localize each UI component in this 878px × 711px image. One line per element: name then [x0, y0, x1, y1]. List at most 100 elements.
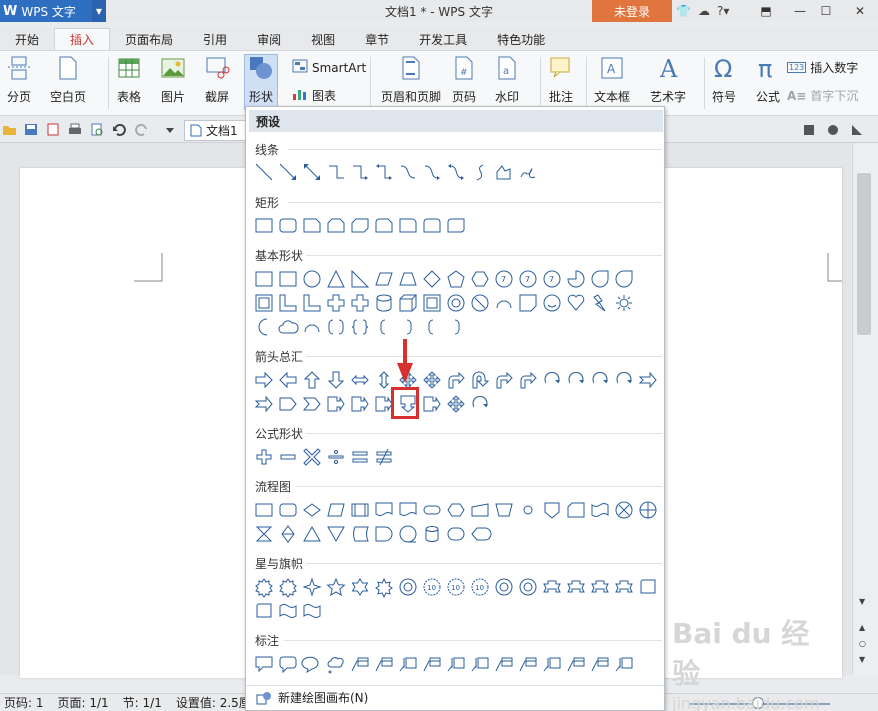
- shape-cOval-2[interactable]: [300, 652, 324, 676]
- tab-features[interactable]: 特色功能: [482, 28, 560, 50]
- shape-sealn-8[interactable]: 10: [444, 575, 468, 599]
- shape-mult-2[interactable]: [300, 445, 324, 469]
- shape-sort-18[interactable]: [276, 522, 300, 546]
- shape-arrU-2[interactable]: [300, 368, 324, 392]
- help-icon[interactable]: ?▾: [717, 4, 729, 18]
- shape-card-13[interactable]: [564, 498, 588, 522]
- shape-mag-24[interactable]: [420, 522, 444, 546]
- table-button[interactable]: 表格: [116, 55, 142, 105]
- tab-insert[interactable]: 插入: [54, 28, 111, 50]
- shape-seal-10[interactable]: [492, 575, 516, 599]
- shape-quad-7[interactable]: [420, 368, 444, 392]
- shape-cBar-15[interactable]: [612, 652, 636, 676]
- shape-chevR-19[interactable]: [300, 392, 324, 416]
- sidebar-icon-3[interactable]: [850, 123, 864, 136]
- shape-nosym-25[interactable]: [468, 291, 492, 315]
- shape-cLine-5[interactable]: [372, 652, 396, 676]
- shape-snip-diagonal-rect[interactable]: [348, 213, 372, 237]
- shape-cLine-13[interactable]: [564, 652, 588, 676]
- document-tab[interactable]: 文档1: [184, 120, 246, 141]
- shape-notched-17[interactable]: [252, 392, 276, 416]
- shape-arc-26[interactable]: [492, 291, 516, 315]
- shape-frame-16[interactable]: [252, 291, 276, 315]
- shape-scroll-17[interactable]: [252, 599, 276, 623]
- shape-line[interactable]: [252, 160, 276, 184]
- shape-circle-2[interactable]: [300, 267, 324, 291]
- tab-references[interactable]: 引用: [188, 28, 242, 50]
- wordart-button[interactable]: A 艺术字: [650, 55, 686, 105]
- shape-star6-4[interactable]: [348, 575, 372, 599]
- shape-freeform[interactable]: [492, 160, 516, 184]
- picture-button[interactable]: 图片: [160, 55, 186, 105]
- shape-cBar-8[interactable]: [444, 652, 468, 676]
- shape-rbr-38[interactable]: [396, 315, 420, 339]
- shape-para-5[interactable]: [372, 267, 396, 291]
- shape-uturn-9[interactable]: [468, 368, 492, 392]
- tab-start[interactable]: 开始: [0, 28, 54, 50]
- drop-cap-button[interactable]: A≡ 首字下沉: [787, 87, 858, 104]
- shape-callR-21[interactable]: [348, 392, 372, 416]
- shape-arc-34[interactable]: [300, 315, 324, 339]
- shape-rounded-rectangle[interactable]: [276, 213, 300, 237]
- shape-num-12[interactable]: 7: [540, 267, 564, 291]
- close-icon[interactable]: ✕: [846, 0, 874, 22]
- shape-neq-5[interactable]: [372, 445, 396, 469]
- shape-minus-1[interactable]: [276, 445, 300, 469]
- shape-exp-1[interactable]: [276, 575, 300, 599]
- shape-snip-same-side-rect[interactable]: [324, 213, 348, 237]
- shape-cRound-1[interactable]: [276, 652, 300, 676]
- open-folder-icon[interactable]: [2, 123, 16, 136]
- shape-conn-11[interactable]: [516, 498, 540, 522]
- shape-lbr-39[interactable]: [420, 315, 444, 339]
- page-break-button[interactable]: 分页: [6, 55, 32, 105]
- shape-seal-11[interactable]: [516, 575, 540, 599]
- smartart-button[interactable]: SmartArt: [292, 59, 366, 76]
- shape-curve-arrow[interactable]: [420, 160, 444, 184]
- shape-arrLR-4[interactable]: [348, 368, 372, 392]
- next-page-icon[interactable]: ▼: [859, 655, 865, 664]
- shape-round-diagonal-rect[interactable]: [444, 213, 468, 237]
- shape-rect-0[interactable]: [252, 267, 276, 291]
- shape-ribbon-13[interactable]: [564, 575, 588, 599]
- shape-term-7[interactable]: [420, 498, 444, 522]
- shape-cBar-9[interactable]: [468, 652, 492, 676]
- shape-offp-12[interactable]: [540, 498, 564, 522]
- shape-heart-29[interactable]: [564, 291, 588, 315]
- shape-delay-22[interactable]: [372, 522, 396, 546]
- shape-lshape-17[interactable]: [276, 291, 300, 315]
- shape-moon-32[interactable]: [252, 315, 276, 339]
- feedback-icon[interactable]: ☁: [698, 4, 710, 18]
- shape-cube-22[interactable]: [396, 291, 420, 315]
- shape-bent-8[interactable]: [444, 368, 468, 392]
- shape-round-same-side-rect[interactable]: [420, 213, 444, 237]
- sidebar-icon-2[interactable]: [826, 123, 840, 136]
- new-drawing-canvas-button[interactable]: 新建绘图画布(N): [246, 685, 664, 709]
- customize-dropdown-icon[interactable]: [163, 123, 177, 136]
- shape-cLine-7[interactable]: [420, 652, 444, 676]
- scroll-down-icon[interactable]: ▼: [859, 597, 865, 606]
- tab-view[interactable]: 视图: [296, 28, 350, 50]
- shape-scribble[interactable]: [516, 160, 540, 184]
- shape-bent-10[interactable]: [492, 368, 516, 392]
- shape-line-arrow[interactable]: [276, 160, 300, 184]
- shape-disp-26[interactable]: [468, 522, 492, 546]
- shape-wave-19[interactable]: [300, 599, 324, 623]
- shape-merge-20[interactable]: [324, 522, 348, 546]
- shape-dec-2[interactable]: [300, 498, 324, 522]
- shape-curve-double-arrow[interactable]: [444, 160, 468, 184]
- shape-manop-10[interactable]: [492, 498, 516, 522]
- login-button[interactable]: 未登录: [592, 0, 672, 22]
- shape-drum-25[interactable]: [444, 522, 468, 546]
- shape-sealn-9[interactable]: 10: [468, 575, 492, 599]
- shape-callR-20[interactable]: [324, 392, 348, 416]
- shape-num-10[interactable]: 7: [492, 267, 516, 291]
- shape-tape-14[interactable]: [588, 498, 612, 522]
- shape-eq-4[interactable]: [348, 445, 372, 469]
- shape-elbow-connector[interactable]: [324, 160, 348, 184]
- tab-page-layout[interactable]: 页面布局: [110, 28, 188, 50]
- shape-cloud-33[interactable]: [276, 315, 300, 339]
- shape-lbr-37[interactable]: [372, 315, 396, 339]
- shape-star5-3[interactable]: [324, 575, 348, 599]
- comment-button[interactable]: 批注: [548, 55, 574, 105]
- shape-cLine-10[interactable]: [492, 652, 516, 676]
